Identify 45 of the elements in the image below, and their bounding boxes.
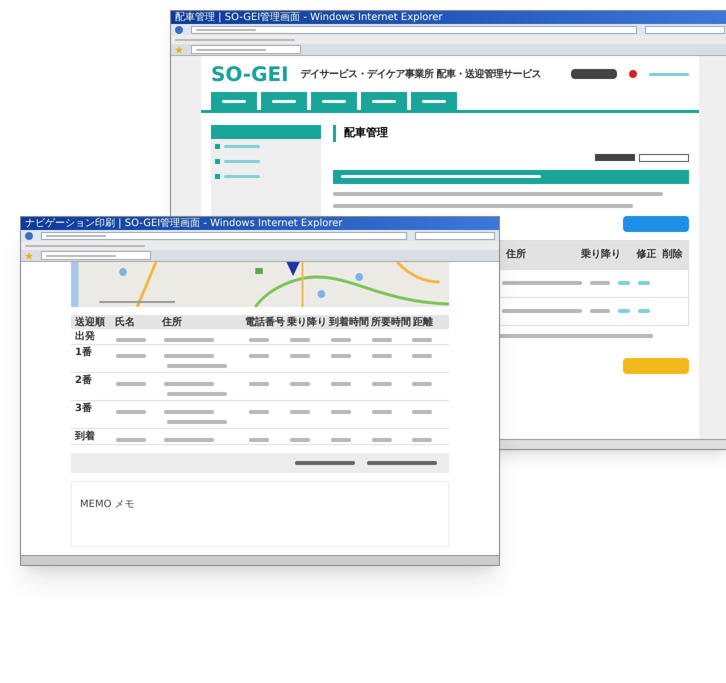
bullet-icon — [215, 144, 220, 149]
column-header: 到着時間 — [328, 315, 368, 330]
search-field[interactable] — [645, 26, 725, 34]
back-icon[interactable] — [25, 232, 33, 240]
nav-tab[interactable] — [261, 92, 307, 110]
tagline: デイサービス・デイケア事業所 配車・送迎管理サービス — [300, 67, 542, 82]
column-header: 削除 — [662, 248, 684, 262]
column-header: 乗り降り — [286, 316, 326, 330]
bullet-icon — [215, 159, 220, 164]
column-header: 氏名 — [114, 316, 136, 330]
sort-dropdown[interactable] — [639, 154, 689, 162]
confirm-button[interactable] — [623, 358, 689, 374]
logout-button[interactable] — [571, 69, 617, 79]
column-header: 住所 — [504, 248, 527, 262]
table-cell-text: 出発 — [74, 330, 96, 344]
bullet-icon — [215, 174, 220, 179]
nav-tab[interactable] — [211, 92, 257, 110]
table-cell-text: 1番 — [74, 346, 93, 360]
column-header: 電話番号 — [244, 316, 284, 330]
window-title: 配車管理 | SO-GEI管理画面 - Windows Internet Explorer — [175, 12, 443, 22]
sort-label — [595, 154, 635, 161]
table-cell-text: 3番 — [74, 402, 93, 416]
column-header: 住所 — [160, 316, 184, 330]
back-icon[interactable] — [175, 26, 183, 34]
star-icon[interactable] — [175, 46, 183, 54]
map-button[interactable] — [623, 216, 689, 232]
table-cell-text: 到着 — [74, 429, 96, 444]
nav-tab[interactable] — [411, 92, 457, 110]
help-icon[interactable] — [629, 70, 637, 78]
column-header: 乗り降り — [581, 248, 622, 262]
table-cell-text: 2番 — [74, 374, 93, 388]
column-header: 修正 — [636, 248, 658, 262]
column-header: 距離 — [412, 316, 434, 330]
page-heading: 配車管理 — [333, 125, 689, 142]
column-header: 送迎順 — [74, 315, 106, 330]
search-field[interactable] — [415, 232, 495, 240]
nav-tab[interactable] — [361, 92, 407, 110]
column-header: 所要時間 — [370, 316, 410, 330]
star-icon[interactable] — [25, 252, 33, 260]
browser-tab[interactable] — [191, 45, 301, 54]
logo: SO-GEI — [211, 64, 289, 84]
nav-tab[interactable] — [311, 92, 357, 110]
browser-tab[interactable] — [41, 251, 151, 260]
memo-label: MEMO メモ — [80, 499, 135, 510]
window-title: ナビゲーション印刷 | SO-GEI管理画面 - Windows Internet Explorer — [25, 218, 343, 228]
